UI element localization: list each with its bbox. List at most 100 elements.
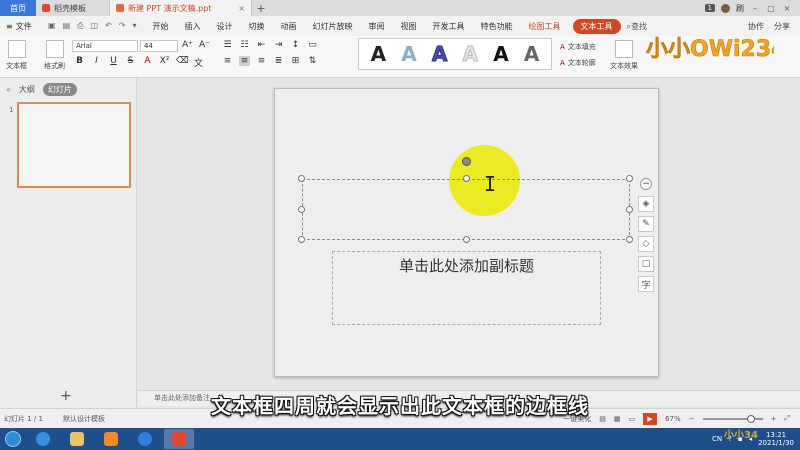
resize-handle-mr[interactable]: [626, 206, 633, 213]
close-tab-icon[interactable]: ×: [238, 4, 245, 13]
slide-thumbnail[interactable]: [17, 102, 131, 188]
fill-icon[interactable]: ◇: [638, 236, 654, 252]
taskbar-sogou[interactable]: [130, 429, 160, 449]
search-button[interactable]: ⌕查找: [627, 21, 647, 32]
align-center-icon[interactable]: ≡: [239, 56, 250, 66]
clock[interactable]: 13:21 2021/1/30: [758, 431, 794, 447]
tab-outline[interactable]: 大纲: [19, 84, 35, 95]
resize-handle-tr[interactable]: [626, 175, 633, 182]
font-color-button[interactable]: A: [142, 56, 153, 69]
close-window-icon[interactable]: ×: [782, 4, 792, 13]
taskbar-ie[interactable]: [28, 429, 58, 449]
resize-handle-bl[interactable]: [298, 236, 305, 243]
tab-insert[interactable]: 插入: [177, 21, 209, 32]
tab-design[interactable]: 设计: [209, 21, 241, 32]
char-spacing-icon[interactable]: 文: [193, 56, 204, 69]
folder-icon[interactable]: ▤: [63, 21, 71, 31]
font-select[interactable]: Arial: [72, 40, 138, 52]
text-outline-label: 文本轮廓: [567, 59, 596, 67]
tab-view[interactable]: 视图: [393, 21, 425, 32]
home-tab[interactable]: 首页: [0, 0, 36, 16]
align-left-icon[interactable]: ≡: [222, 56, 233, 66]
text-style-3[interactable]: A: [431, 42, 448, 67]
maximize-icon[interactable]: ▢: [766, 4, 776, 13]
text-outline-button[interactable]: A 文本轮廓: [560, 58, 596, 68]
tab-document[interactable]: 新建 PPT 演示文稿.ppt ×: [110, 0, 252, 16]
taskbar-media[interactable]: [96, 429, 126, 449]
tab-animation[interactable]: 动画: [273, 21, 305, 32]
text-style-5[interactable]: A: [493, 42, 508, 66]
align-right-icon[interactable]: ≡: [256, 56, 267, 66]
minimize-icon[interactable]: –: [750, 4, 760, 13]
text-box-align-icon[interactable]: ▭: [307, 40, 318, 50]
collab-button[interactable]: 协作: [748, 21, 764, 32]
numbered-list-icon[interactable]: ☷: [239, 40, 250, 50]
chevron-down-icon[interactable]: ▾: [133, 21, 137, 31]
distribute-icon[interactable]: ⊞: [290, 56, 301, 66]
text-direction-icon[interactable]: ⇅: [307, 56, 318, 66]
title-textbox[interactable]: [302, 179, 630, 240]
input-language[interactable]: CN: [712, 435, 722, 443]
tab-slides[interactable]: 幻灯片: [42, 82, 77, 96]
text-style-6[interactable]: A: [524, 42, 539, 66]
border-icon[interactable]: ▢: [638, 256, 654, 272]
resize-handle-br[interactable]: [626, 236, 633, 243]
text-fill-icon: A: [560, 43, 565, 51]
share-button[interactable]: 分享: [774, 21, 790, 32]
clear-format-icon[interactable]: ⌫: [176, 56, 189, 69]
italic-button[interactable]: I: [91, 56, 102, 69]
collapse-panel-icon[interactable]: «: [6, 85, 11, 94]
save-icon[interactable]: ▣: [48, 21, 56, 31]
resize-handle-ml[interactable]: [298, 206, 305, 213]
window-count-badge: 1: [704, 4, 715, 12]
rotate-handle-icon[interactable]: [462, 157, 471, 166]
tab-features[interactable]: 特色功能: [473, 21, 521, 32]
superscript-button[interactable]: X²: [159, 56, 170, 69]
print-icon[interactable]: ⎙: [77, 21, 83, 31]
textbox-button[interactable]: 文本框: [6, 40, 27, 71]
tab-transition[interactable]: 切换: [241, 21, 273, 32]
line-spacing-icon[interactable]: ↕: [290, 40, 301, 50]
bullet-list-icon[interactable]: ☰: [222, 40, 233, 50]
taskbar-explorer[interactable]: [62, 429, 92, 449]
redo-icon[interactable]: ↷: [119, 21, 126, 31]
underline-button[interactable]: U: [108, 56, 119, 69]
strikethrough-button[interactable]: S: [125, 56, 136, 69]
resize-handle-tc[interactable]: [463, 175, 470, 182]
font-size-select[interactable]: 44: [140, 40, 178, 52]
file-menu[interactable]: ≡ 文件: [0, 21, 40, 32]
resize-handle-bc[interactable]: [463, 236, 470, 243]
shrink-font-icon[interactable]: A⁻: [199, 40, 210, 50]
text-effect-label: 文本效果: [610, 62, 638, 70]
tab-start[interactable]: 开始: [145, 21, 177, 32]
text-style-2[interactable]: A: [401, 42, 416, 66]
tab-slideshow[interactable]: 幻灯片放映: [305, 21, 361, 32]
text-wrap-icon[interactable]: 字: [638, 276, 654, 292]
justify-icon[interactable]: ≣: [273, 56, 284, 66]
pen-icon[interactable]: ✎: [638, 216, 654, 232]
undo-icon[interactable]: ↶: [105, 21, 112, 31]
bold-button[interactable]: B: [74, 56, 85, 69]
grow-font-icon[interactable]: A⁺: [182, 40, 193, 50]
tab-developer[interactable]: 开发工具: [425, 21, 473, 32]
new-tab-button[interactable]: +: [252, 0, 270, 16]
avatar[interactable]: [721, 3, 730, 13]
indent-increase-icon[interactable]: ⇥: [273, 40, 284, 50]
text-fill-button[interactable]: A 文本填充: [560, 42, 596, 52]
text-style-4[interactable]: A: [462, 42, 479, 67]
tab-template[interactable]: 稻壳模板: [36, 0, 110, 16]
taskbar-wps[interactable]: [164, 429, 194, 449]
indent-decrease-icon[interactable]: ⇤: [256, 40, 267, 50]
text-effect-button[interactable]: 文本效果: [610, 40, 638, 71]
resize-handle-tl[interactable]: [298, 175, 305, 182]
preview-icon[interactable]: ◫: [91, 21, 99, 31]
tab-drawing-tools[interactable]: 绘图工具: [521, 21, 569, 32]
collapse-toolbar-button[interactable]: −: [640, 178, 652, 190]
textbox-icon: [7, 40, 26, 58]
tab-text-tools[interactable]: 文本工具: [572, 18, 621, 34]
tab-review[interactable]: 审阅: [361, 21, 393, 32]
text-style-1[interactable]: A: [371, 42, 386, 66]
format-painter-button[interactable]: 格式刷: [44, 40, 65, 71]
start-button[interactable]: [0, 428, 26, 450]
layers-icon[interactable]: ◈: [638, 196, 654, 212]
